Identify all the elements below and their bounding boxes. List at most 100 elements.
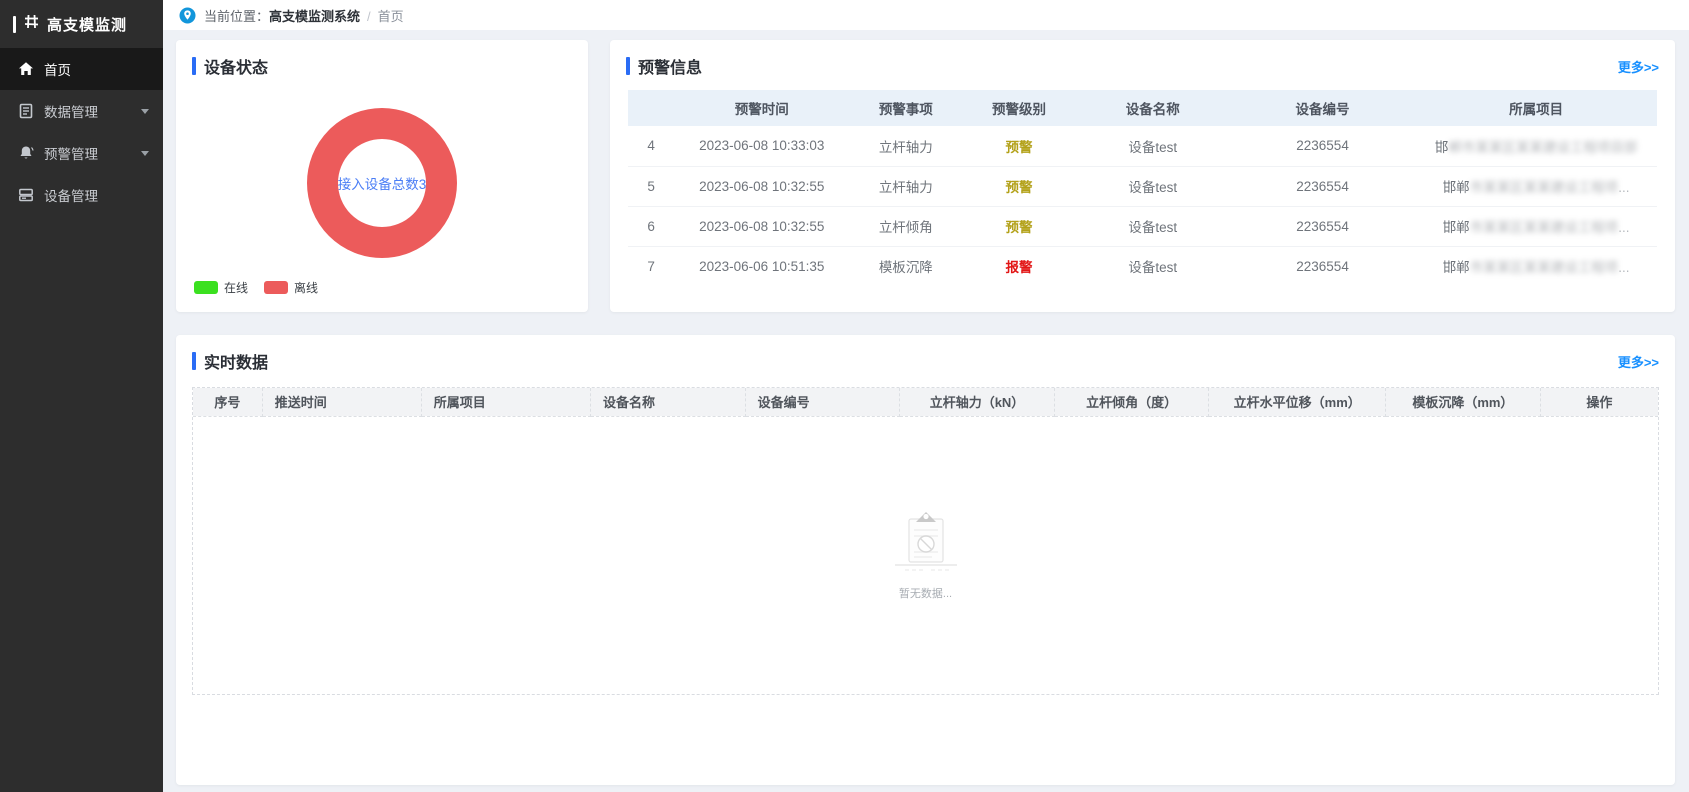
column-header: 所属项目 bbox=[421, 388, 590, 416]
chart-legend: 在线离线 bbox=[176, 279, 588, 312]
sidebar: 高支模监测 首页数据管理预警管理设备管理 bbox=[0, 0, 163, 792]
table-cell: 2023-06-08 10:33:03 bbox=[674, 126, 849, 166]
alerts-table-body: 42023-06-08 10:33:03立杆轴力预警设备test2236554邯… bbox=[628, 126, 1657, 286]
project-masked-text: 郸市某某区某某建设工程项目部 bbox=[1448, 140, 1637, 155]
no-data-clipboard-icon bbox=[887, 510, 965, 581]
alerts-header-row: 预警时间预警事项预警级别设备名称设备编号所属项目 bbox=[628, 90, 1657, 126]
project-cell: 邯郸市某某区某某建设工程项... bbox=[1415, 166, 1657, 206]
donut-ring-offline: 接入设备总数3 bbox=[307, 108, 457, 258]
sidebar-item-label: 预警管理 bbox=[44, 143, 98, 163]
sidebar-item-data[interactable]: 数据管理 bbox=[0, 90, 163, 132]
column-header: 序号 bbox=[193, 388, 262, 416]
table-cell: 7 bbox=[628, 246, 674, 286]
title-accent-bar bbox=[626, 57, 630, 75]
device-status-chart: 接入设备总数3 bbox=[176, 86, 588, 279]
table-cell: 设备test bbox=[1076, 246, 1230, 286]
table-cell: 5 bbox=[628, 166, 674, 206]
device-status-panel: 设备状态 接入设备总数3 在线离线 bbox=[176, 40, 588, 312]
project-prefix: 邯郸 bbox=[1443, 180, 1470, 195]
project-masked-text: 市某某区某某建设工程项 bbox=[1470, 180, 1619, 195]
table-row[interactable]: 42023-06-08 10:33:03立杆轴力预警设备test2236554邯… bbox=[628, 126, 1657, 166]
table-cell: 立杆轴力 bbox=[849, 126, 962, 166]
project-prefix: 邯 bbox=[1435, 140, 1449, 155]
empty-state-text: 暂无数据... bbox=[899, 585, 952, 601]
column-header: 模板沉降（mm） bbox=[1386, 388, 1541, 416]
column-header: 操作 bbox=[1540, 388, 1658, 416]
column-header: 立杆水平位移（mm） bbox=[1209, 388, 1386, 416]
chevron-down-icon bbox=[141, 109, 149, 114]
donut-center-label[interactable]: 接入设备总数3 bbox=[307, 108, 457, 258]
title-accent-bar bbox=[192, 57, 196, 75]
table-cell: 2023-06-08 10:32:55 bbox=[674, 166, 849, 206]
column-header: 设备编号 bbox=[745, 388, 900, 416]
column-header: 立杆倾角（度） bbox=[1054, 388, 1209, 416]
breadcrumb-location-label: 当前位置： bbox=[204, 9, 269, 24]
column-header: 预警时间 bbox=[674, 90, 849, 126]
sidebar-item-device[interactable]: 设备管理 bbox=[0, 174, 163, 216]
column-header: 所属项目 bbox=[1415, 90, 1657, 126]
sidebar-item-alarm[interactable]: 预警管理 bbox=[0, 132, 163, 174]
project-cell: 邯郸市某某区某某建设工程项目部 bbox=[1415, 126, 1657, 166]
project-ellipsis: ... bbox=[1618, 180, 1629, 195]
device-icon bbox=[17, 187, 34, 204]
sidebar-item-label: 设备管理 bbox=[44, 185, 98, 205]
table-cell: 6 bbox=[628, 206, 674, 246]
project-prefix: 邯郸 bbox=[1443, 220, 1470, 235]
alert-level-badge: 预警 bbox=[962, 206, 1075, 246]
main-area: 当前位置：高支模监测系统 / 首页 设备状态 接入设备总数3 在线离线 bbox=[163, 0, 1689, 792]
table-cell: 设备test bbox=[1076, 126, 1230, 166]
alerts-table: 预警时间预警事项预警级别设备名称设备编号所属项目 42023-06-08 10:… bbox=[628, 90, 1657, 286]
column-header: 预警事项 bbox=[849, 90, 962, 126]
app-title: 高支模监测 bbox=[47, 14, 127, 35]
alarm-icon bbox=[17, 145, 34, 162]
alerts-table-wrap: 预警时间预警事项预警级别设备名称设备编号所属项目 42023-06-08 10:… bbox=[610, 86, 1675, 286]
alert-level-badge: 预警 bbox=[962, 126, 1075, 166]
content-area: 设备状态 接入设备总数3 在线离线 预警信息 更多>> bbox=[163, 30, 1689, 792]
sidebar-item-label: 首页 bbox=[44, 59, 71, 79]
table-cell: 2236554 bbox=[1230, 126, 1415, 166]
app-window: 高支模监测 首页数据管理预警管理设备管理 当前位置：高支模监测系统 / 首页 bbox=[0, 0, 1689, 792]
table-cell: 模板沉降 bbox=[849, 246, 962, 286]
project-cell: 邯郸市某某区某某建设工程项... bbox=[1415, 206, 1657, 246]
sidebar-item-home[interactable]: 首页 bbox=[0, 48, 163, 90]
location-pin-icon bbox=[179, 7, 196, 24]
breadcrumb-current[interactable]: 首页 bbox=[378, 9, 404, 24]
project-masked-text: 市某某区某某建设工程项 bbox=[1470, 220, 1619, 235]
table-cell: 立杆倾角 bbox=[849, 206, 962, 246]
sidebar-item-label: 数据管理 bbox=[44, 101, 98, 121]
realtime-empty-state: 暂无数据... bbox=[193, 417, 1658, 694]
table-row[interactable]: 62023-06-08 10:32:55立杆倾角预警设备test2236554邯… bbox=[628, 206, 1657, 246]
alerts-more-link[interactable]: 更多>> bbox=[1618, 57, 1659, 76]
realtime-more-link[interactable]: 更多>> bbox=[1618, 352, 1659, 371]
breadcrumb-system: 高支模监测系统 bbox=[269, 9, 360, 24]
table-cell: 设备test bbox=[1076, 166, 1230, 206]
column-header bbox=[628, 90, 674, 126]
project-cell: 邯郸市某某区某某建设工程项... bbox=[1415, 246, 1657, 286]
table-cell: 2236554 bbox=[1230, 246, 1415, 286]
logo-bar-icon bbox=[13, 16, 16, 33]
column-header: 预警级别 bbox=[962, 90, 1075, 126]
project-ellipsis: ... bbox=[1618, 220, 1629, 235]
breadcrumb-separator: / bbox=[367, 9, 371, 24]
home-icon bbox=[17, 61, 34, 78]
table-row[interactable]: 72023-06-06 10:51:35模板沉降报警设备test2236554邯… bbox=[628, 246, 1657, 286]
breadcrumb-bar: 当前位置：高支模监测系统 / 首页 bbox=[163, 0, 1689, 30]
title-accent-bar bbox=[192, 352, 196, 370]
table-cell: 设备test bbox=[1076, 206, 1230, 246]
realtime-table: 序号推送时间所属项目设备名称设备编号立杆轴力（kN）立杆倾角（度）立杆水平位移（… bbox=[193, 388, 1658, 417]
legend-swatch bbox=[194, 281, 218, 294]
realtime-header-row: 序号推送时间所属项目设备名称设备编号立杆轴力（kN）立杆倾角（度）立杆水平位移（… bbox=[193, 388, 1658, 416]
table-row[interactable]: 52023-06-08 10:32:55立杆轴力预警设备test2236554邯… bbox=[628, 166, 1657, 206]
alert-level-badge: 报警 bbox=[962, 246, 1075, 286]
table-cell: 立杆轴力 bbox=[849, 166, 962, 206]
realtime-title: 实时数据 bbox=[204, 349, 268, 373]
table-cell: 2236554 bbox=[1230, 166, 1415, 206]
table-cell: 2023-06-08 10:32:55 bbox=[674, 206, 849, 246]
device-status-title: 设备状态 bbox=[204, 54, 268, 78]
column-header: 设备编号 bbox=[1230, 90, 1415, 126]
legend-swatch bbox=[264, 281, 288, 294]
project-masked-text: 市某某区某某建设工程项 bbox=[1470, 260, 1619, 275]
legend-item-在线: 在线 bbox=[194, 279, 248, 296]
grid-logo-icon bbox=[23, 13, 40, 35]
legend-item-离线: 离线 bbox=[264, 279, 318, 296]
